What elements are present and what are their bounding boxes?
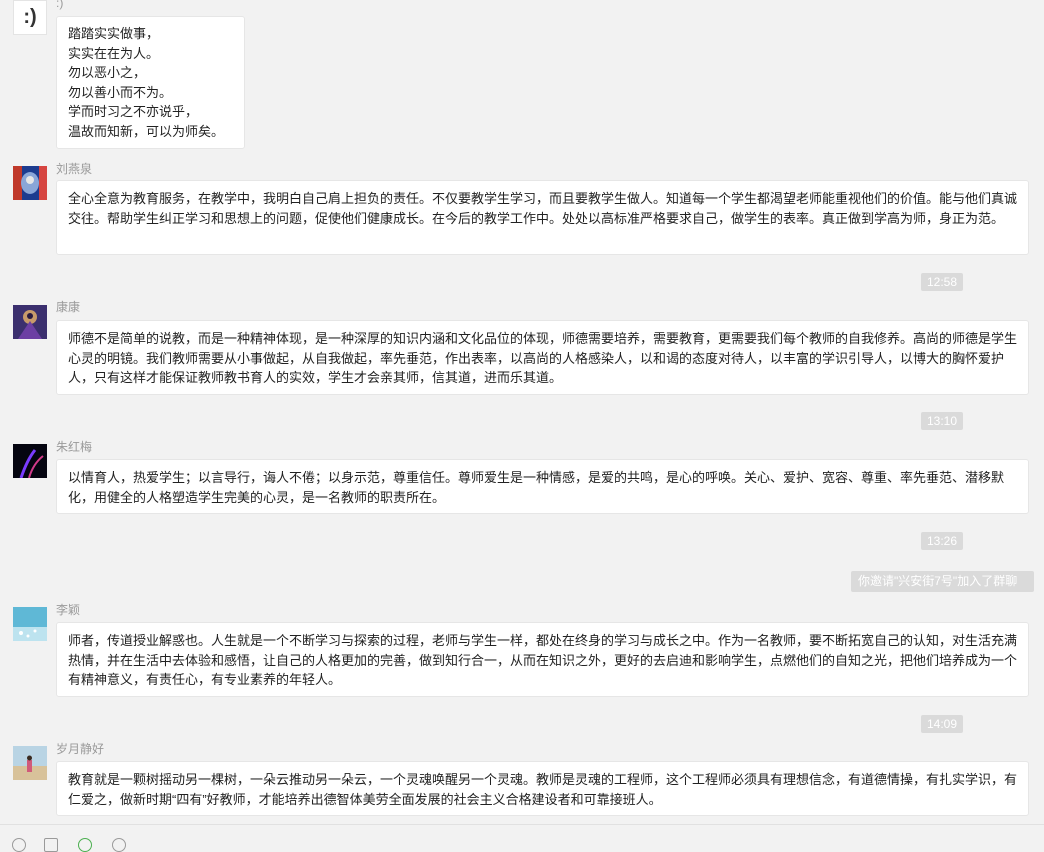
message-bubble[interactable]: 踏踏实实做事， 实实在在为人。 勿以恶小之， 勿以善小而不为。 学而时习之不亦说… xyxy=(56,16,245,149)
message-bubble[interactable]: 全心全意为教育服务，在教学中，我明白自己肩上担负的责任。不仅要教学生学习，而且要… xyxy=(56,180,1029,255)
avatar-image xyxy=(13,305,47,339)
system-notice: 你邀请"兴安街7号"加入了群聊 xyxy=(851,571,1034,592)
folder-icon[interactable] xyxy=(44,838,58,852)
avatar[interactable] xyxy=(13,166,47,200)
avatar[interactable] xyxy=(13,444,47,478)
avatar[interactable] xyxy=(13,607,47,641)
timestamp: 13:26 xyxy=(921,532,963,550)
emoji-icon[interactable] xyxy=(12,838,26,852)
message-bubble[interactable]: 师德不是简单的说教，而是一种精神体现，是一种深厚的知识内涵和文化品位的体现，师德… xyxy=(56,320,1029,395)
avatar[interactable] xyxy=(13,305,47,339)
sender-name: 刘燕泉 xyxy=(56,162,93,176)
avatar-image xyxy=(13,607,47,641)
sender-name: 岁月静好 xyxy=(56,742,105,756)
sender-name: 朱红梅 xyxy=(56,440,93,454)
message-bubble[interactable]: 师者，传道授业解惑也。人生就是一个不断学习与探索的过程，老师与学生一样，都处在终… xyxy=(56,622,1029,697)
avatar-text: :) xyxy=(23,6,37,28)
avatar-image xyxy=(13,166,47,200)
scissors-icon[interactable] xyxy=(78,838,92,852)
timestamp: 13:10 xyxy=(921,412,963,430)
avatar[interactable] xyxy=(13,746,47,780)
avatar-image xyxy=(13,444,47,478)
sender-name: 康康 xyxy=(56,300,81,314)
timestamp: 14:09 xyxy=(921,715,963,733)
input-toolbar xyxy=(0,824,1044,852)
chat-history-icon[interactable] xyxy=(112,838,126,852)
avatar[interactable]: :) xyxy=(13,0,47,35)
message-bubble[interactable]: 以情育人，热爱学生；以言导行，诲人不倦；以身示范，尊重信任。尊师爱生是一种情感，… xyxy=(56,459,1029,514)
avatar-image xyxy=(13,746,47,780)
message-bubble[interactable]: 教育就是一颗树摇动另一棵树，一朵云推动另一朵云，一个灵魂唤醒另一个灵魂。教师是灵… xyxy=(56,761,1029,816)
timestamp: 12:58 xyxy=(921,273,963,291)
sender-name: 李颖 xyxy=(56,603,81,617)
sender-name: :) xyxy=(56,0,64,10)
